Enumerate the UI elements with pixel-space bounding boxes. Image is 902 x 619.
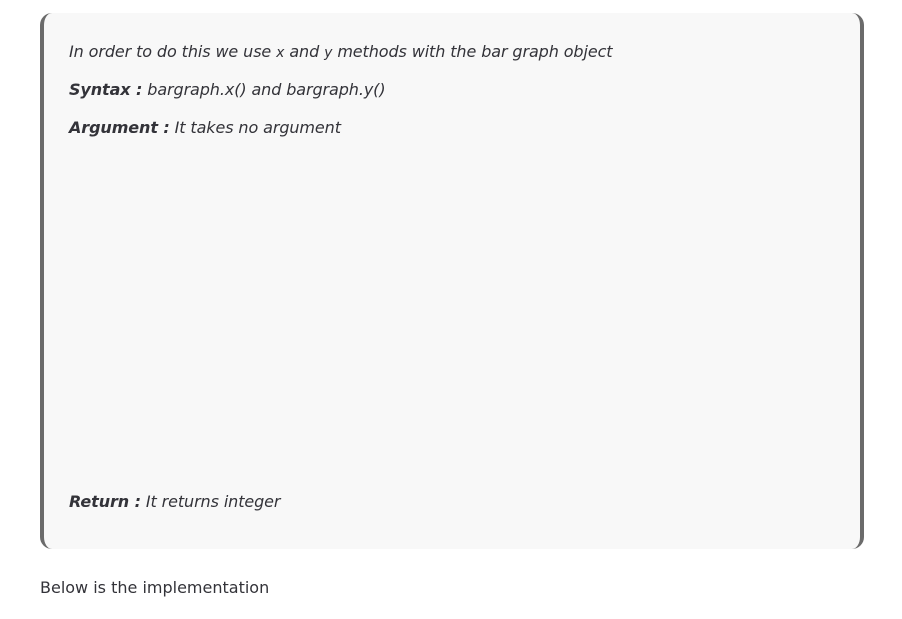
- note-box: In order to do this we use x and y metho…: [40, 13, 864, 549]
- syntax-label: Syntax :: [69, 80, 143, 99]
- intro-part3: methods with the bar graph object: [332, 42, 613, 61]
- argument-line: Argument : It takes no argument: [69, 118, 341, 138]
- syntax-text: bargraph.x() and bargraph.y(): [142, 80, 386, 99]
- argument-label: Argument :: [69, 118, 170, 137]
- return-label: Return :: [69, 492, 141, 511]
- argument-text: It takes no argument: [169, 118, 341, 137]
- return-text: It returns integer: [140, 492, 281, 511]
- page: In order to do this we use x and y metho…: [0, 0, 902, 619]
- intro-part1: In order to do this we use: [69, 42, 277, 61]
- intro-text: In order to do this we use x and y metho…: [69, 42, 613, 63]
- intro-part2: and: [284, 42, 325, 61]
- return-line: Return : It returns integer: [69, 492, 281, 512]
- syntax-line: Syntax : bargraph.x() and bargraph.y(): [69, 80, 386, 100]
- implementation-text: Below is the implementation: [40, 578, 270, 597]
